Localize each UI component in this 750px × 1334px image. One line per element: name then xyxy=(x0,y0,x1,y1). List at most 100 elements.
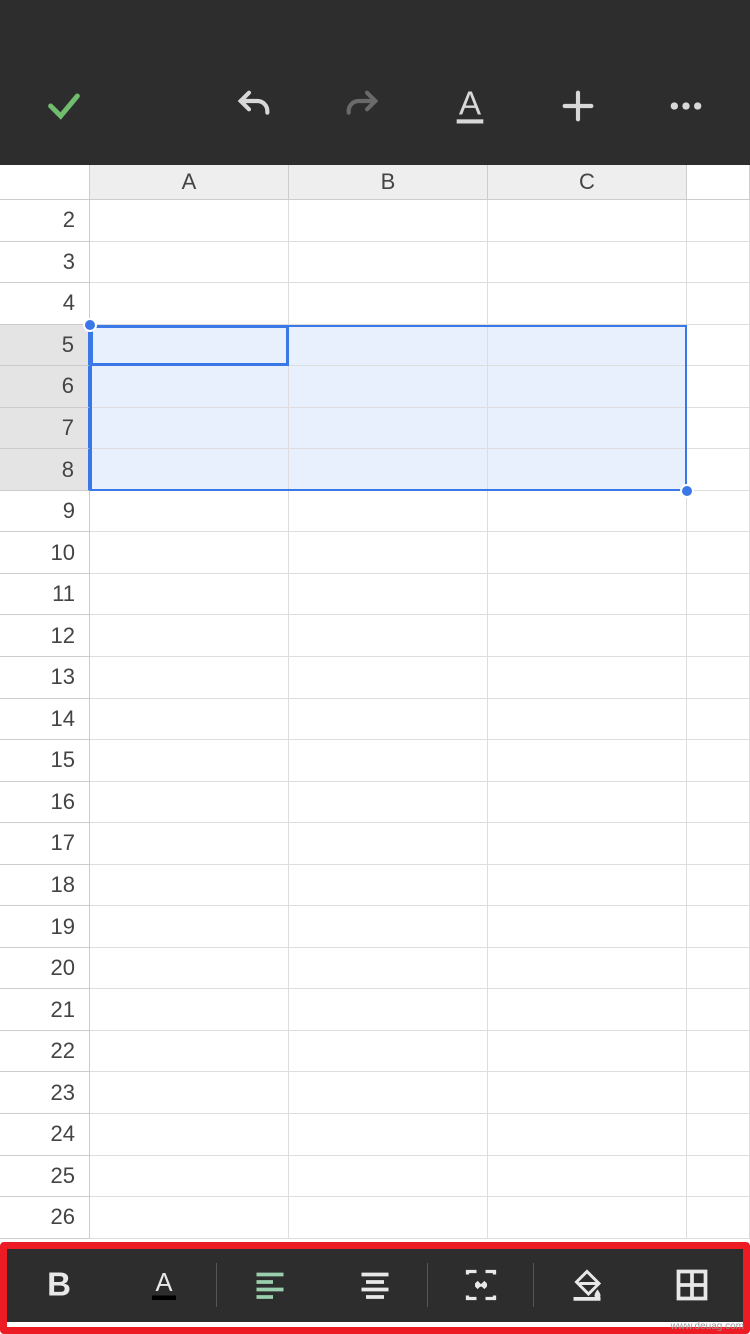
insert-button[interactable] xyxy=(554,82,602,130)
cell[interactable] xyxy=(488,657,687,699)
cell[interactable] xyxy=(289,408,488,450)
cell[interactable] xyxy=(90,1031,289,1073)
cell[interactable] xyxy=(90,366,289,408)
row-header-13[interactable]: 13 xyxy=(0,657,90,699)
cell[interactable] xyxy=(488,283,687,325)
cell[interactable] xyxy=(687,948,750,990)
cell[interactable] xyxy=(90,906,289,948)
row-header-26[interactable]: 26 xyxy=(0,1197,90,1239)
cell[interactable] xyxy=(289,366,488,408)
cell[interactable] xyxy=(289,948,488,990)
cell[interactable] xyxy=(687,740,750,782)
column-header-B[interactable]: B xyxy=(289,165,488,200)
more-button[interactable] xyxy=(662,82,710,130)
cell[interactable] xyxy=(90,408,289,450)
cell[interactable] xyxy=(90,1197,289,1239)
row-header-24[interactable]: 24 xyxy=(0,1114,90,1156)
row-header-12[interactable]: 12 xyxy=(0,615,90,657)
row-header-3[interactable]: 3 xyxy=(0,242,90,284)
cell[interactable] xyxy=(687,615,750,657)
row-header-7[interactable]: 7 xyxy=(0,408,90,450)
cell[interactable] xyxy=(90,740,289,782)
cell[interactable] xyxy=(687,574,750,616)
cell[interactable] xyxy=(488,1114,687,1156)
cell[interactable] xyxy=(90,782,289,824)
cell[interactable] xyxy=(687,532,750,574)
cell[interactable] xyxy=(488,408,687,450)
cell[interactable] xyxy=(687,408,750,450)
cell[interactable] xyxy=(687,865,750,907)
cell[interactable] xyxy=(488,615,687,657)
cell[interactable] xyxy=(289,1072,488,1114)
cell[interactable] xyxy=(488,532,687,574)
merge-cells-button[interactable] xyxy=(428,1248,533,1322)
confirm-button[interactable] xyxy=(40,82,88,130)
cell[interactable] xyxy=(488,782,687,824)
row-header-25[interactable]: 25 xyxy=(0,1156,90,1198)
row-header-10[interactable]: 10 xyxy=(0,532,90,574)
cell[interactable] xyxy=(687,989,750,1031)
cell[interactable] xyxy=(687,1114,750,1156)
align-left-button[interactable] xyxy=(217,1248,322,1322)
align-center-button[interactable] xyxy=(322,1248,427,1322)
row-header-6[interactable]: 6 xyxy=(0,366,90,408)
redo-button[interactable] xyxy=(338,82,386,130)
cell[interactable] xyxy=(488,1072,687,1114)
cell[interactable] xyxy=(488,1031,687,1073)
cell[interactable] xyxy=(289,242,488,284)
row-header-2[interactable]: 2 xyxy=(0,200,90,242)
cell[interactable] xyxy=(488,948,687,990)
row-header-5[interactable]: 5 xyxy=(0,325,90,367)
cell[interactable] xyxy=(687,1197,750,1239)
cell[interactable] xyxy=(687,906,750,948)
column-header-C[interactable]: C xyxy=(488,165,687,200)
cell[interactable] xyxy=(289,782,488,824)
row-header-8[interactable]: 8 xyxy=(0,449,90,491)
cell[interactable] xyxy=(488,699,687,741)
cell[interactable] xyxy=(90,699,289,741)
cell[interactable] xyxy=(289,865,488,907)
cell[interactable] xyxy=(687,325,750,367)
cell[interactable] xyxy=(90,865,289,907)
cell[interactable] xyxy=(488,989,687,1031)
row-header-17[interactable]: 17 xyxy=(0,823,90,865)
cell[interactable] xyxy=(90,823,289,865)
cell[interactable] xyxy=(90,615,289,657)
borders-button[interactable] xyxy=(639,1248,744,1322)
cell[interactable] xyxy=(687,242,750,284)
cell[interactable] xyxy=(687,491,750,533)
row-header-23[interactable]: 23 xyxy=(0,1072,90,1114)
fill-color-button[interactable] xyxy=(534,1248,639,1322)
row-header-11[interactable]: 11 xyxy=(0,574,90,616)
cell[interactable] xyxy=(687,657,750,699)
row-header-14[interactable]: 14 xyxy=(0,699,90,741)
cell[interactable] xyxy=(687,699,750,741)
cell[interactable] xyxy=(90,491,289,533)
cell[interactable] xyxy=(289,491,488,533)
row-header-16[interactable]: 16 xyxy=(0,782,90,824)
row-header-22[interactable]: 22 xyxy=(0,1031,90,1073)
cell[interactable] xyxy=(687,1031,750,1073)
cell[interactable] xyxy=(90,1072,289,1114)
cell[interactable] xyxy=(488,823,687,865)
column-header-overflow[interactable] xyxy=(687,165,750,200)
cell[interactable] xyxy=(289,283,488,325)
select-all-corner[interactable] xyxy=(0,165,90,200)
row-header-9[interactable]: 9 xyxy=(0,491,90,533)
cell[interactable] xyxy=(289,1114,488,1156)
cell[interactable] xyxy=(289,906,488,948)
cell[interactable] xyxy=(289,200,488,242)
cell[interactable] xyxy=(488,242,687,284)
undo-button[interactable] xyxy=(230,82,278,130)
cell[interactable] xyxy=(488,325,687,367)
row-header-21[interactable]: 21 xyxy=(0,989,90,1031)
cell[interactable] xyxy=(488,449,687,491)
row-header-19[interactable]: 19 xyxy=(0,906,90,948)
cell[interactable] xyxy=(687,283,750,325)
cell[interactable] xyxy=(289,1197,488,1239)
cell[interactable] xyxy=(488,200,687,242)
cell[interactable] xyxy=(90,574,289,616)
cell[interactable] xyxy=(90,948,289,990)
cell[interactable] xyxy=(289,989,488,1031)
text-format-button[interactable]: A xyxy=(446,82,494,130)
